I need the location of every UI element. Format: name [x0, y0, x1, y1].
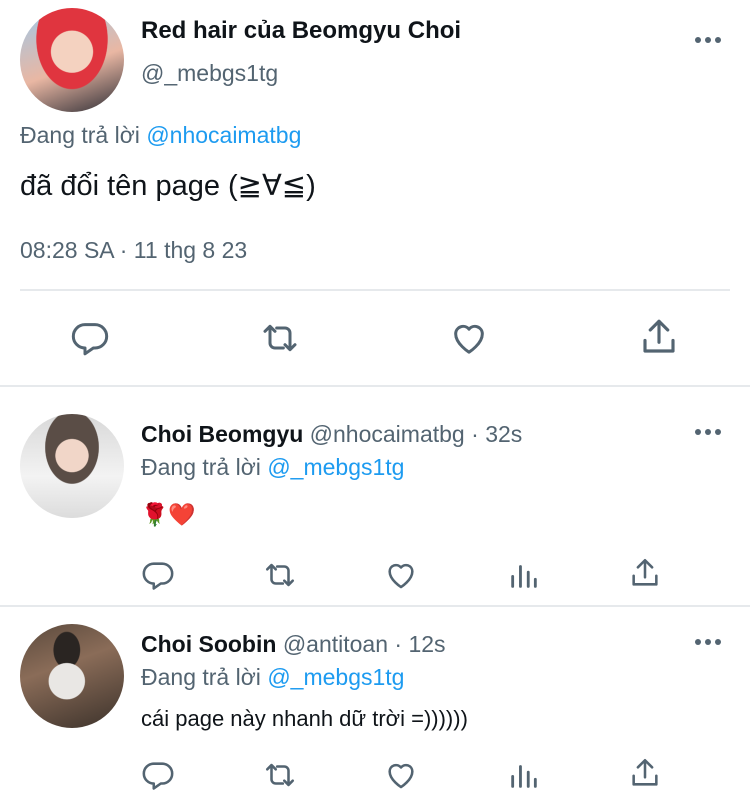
reply-icon[interactable]: [141, 758, 175, 792]
like-icon[interactable]: [384, 758, 418, 792]
reply-to-link[interactable]: @nhocaimatbg: [146, 122, 301, 148]
tweet-text: 🌹❤️: [141, 502, 196, 527]
reply-to-link[interactable]: @_mebgs1tg: [267, 454, 404, 480]
share-icon[interactable]: [628, 556, 662, 590]
author-name[interactable]: Choi Soobin: [141, 631, 276, 657]
author-handle[interactable]: @antitoan: [283, 631, 388, 657]
separator-dot: ·: [394, 631, 403, 657]
reply-icon[interactable]: [70, 318, 110, 358]
author-name[interactable]: Choi Beomgyu: [141, 421, 303, 447]
like-icon[interactable]: [384, 558, 418, 592]
more-options-icon[interactable]: [695, 37, 721, 43]
reply-prefix: Đang trả lời: [141, 664, 261, 690]
share-icon[interactable]: [638, 316, 680, 358]
retweet-icon[interactable]: [259, 318, 301, 358]
tweet-text: đã đổi tên page (≧∀≦): [20, 170, 316, 202]
reply-prefix: Đang trả lời: [141, 454, 261, 480]
tweet-divider: [20, 289, 730, 291]
reply-context: Đang trả lời @nhocaimatbg: [20, 120, 301, 150]
section-divider: [0, 605, 750, 607]
avatar[interactable]: [20, 414, 124, 518]
author-handle[interactable]: @_mebgs1tg: [141, 58, 278, 88]
tweet-time[interactable]: 12s: [408, 631, 445, 657]
retweet-icon[interactable]: [262, 558, 298, 592]
retweet-icon[interactable]: [262, 758, 298, 792]
reply-context: Đang trả lời @_mebgs1tg: [141, 663, 404, 691]
analytics-icon[interactable]: [507, 758, 541, 792]
tweet-timestamp[interactable]: 08:28 SA · 11 thg 8 23: [20, 235, 247, 265]
reply-icon[interactable]: [141, 558, 175, 592]
tweet-time[interactable]: 32s: [485, 421, 522, 447]
analytics-icon[interactable]: [507, 558, 541, 592]
more-options-icon[interactable]: [695, 429, 721, 435]
separator-dot: ·: [471, 421, 479, 447]
tweet-text: cái page này nhanh dữ trời =)))))): [141, 706, 468, 731]
reply-context: Đang trả lời @_mebgs1tg: [141, 453, 404, 481]
reply-header: Choi Beomgyu @nhocaimatbg · 32s: [141, 420, 522, 448]
reply-header: Choi Soobin @antitoan · 12s: [141, 630, 446, 658]
reply-to-link[interactable]: @_mebgs1tg: [267, 664, 404, 690]
more-options-icon[interactable]: [695, 639, 721, 645]
avatar[interactable]: [20, 624, 124, 728]
share-icon[interactable]: [628, 756, 662, 790]
section-divider: [0, 385, 750, 387]
like-icon[interactable]: [449, 318, 489, 358]
reply-prefix: Đang trả lời: [20, 122, 140, 148]
author-handle[interactable]: @nhocaimatbg: [310, 421, 465, 447]
avatar[interactable]: [20, 8, 124, 112]
author-name[interactable]: Red hair của Beomgyu Choi: [141, 16, 461, 46]
